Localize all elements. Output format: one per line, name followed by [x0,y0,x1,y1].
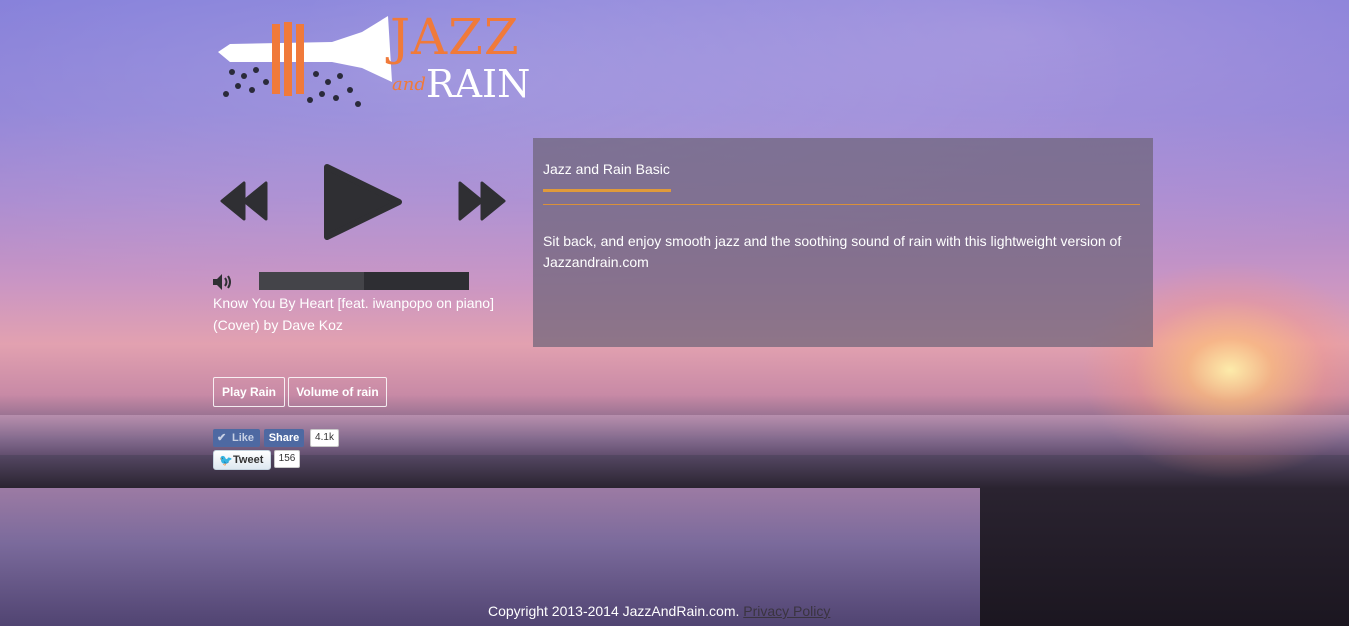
tab-jazz-and-rain-basic[interactable]: Jazz and Rain Basic [543,161,670,177]
play-rain-button[interactable]: Play Rain [213,377,285,407]
twitter-bird-icon: 🐦 [219,455,233,467]
rewind-icon [220,181,268,221]
privacy-policy-link[interactable]: Privacy Policy [743,603,830,619]
play-icon [324,164,402,240]
panel-description: Sit back, and enjoy smooth jazz and the … [543,233,1122,270]
logo-word-rain: RAIN [426,62,531,106]
trumpet-logo-icon [218,16,392,107]
speaker-icon [213,274,231,290]
tweet-count: 156 [274,450,300,468]
facebook-count: 4.1k [310,429,339,447]
panel-divider [543,204,1140,205]
like-label: Like [232,432,255,444]
logo-word-and: and [392,74,426,95]
fast-forward-button[interactable] [458,181,506,226]
facebook-like-button[interactable]: ✔ Like [213,429,260,447]
tweet-button[interactable]: 🐦 Tweet [213,450,271,470]
footer: Copyright 2013-2014 JazzAndRain.com. Pri… [488,603,830,619]
copyright-text: Copyright 2013-2014 JazzAndRain.com. [488,603,740,619]
volume-of-rain-button[interactable]: Volume of rain [288,377,387,407]
info-panel: Jazz and Rain Basic Sit back, and enjoy … [533,138,1153,347]
volume-slider-fill [259,272,364,290]
checkmark-icon: ✔ [217,432,227,444]
logo-word-jazz: JAZZ [390,8,520,66]
fast-forward-icon [458,181,506,221]
rewind-button[interactable] [220,181,268,226]
track-title: Know You By Heart [feat. iwanpopo on pia… [213,295,494,333]
sea-background [0,415,1349,455]
volume-slider[interactable] [259,272,469,290]
facebook-share-button[interactable]: Share [264,429,304,447]
active-tab-indicator [543,189,671,192]
play-button[interactable] [323,163,403,246]
tweet-label: Tweet [233,454,264,466]
